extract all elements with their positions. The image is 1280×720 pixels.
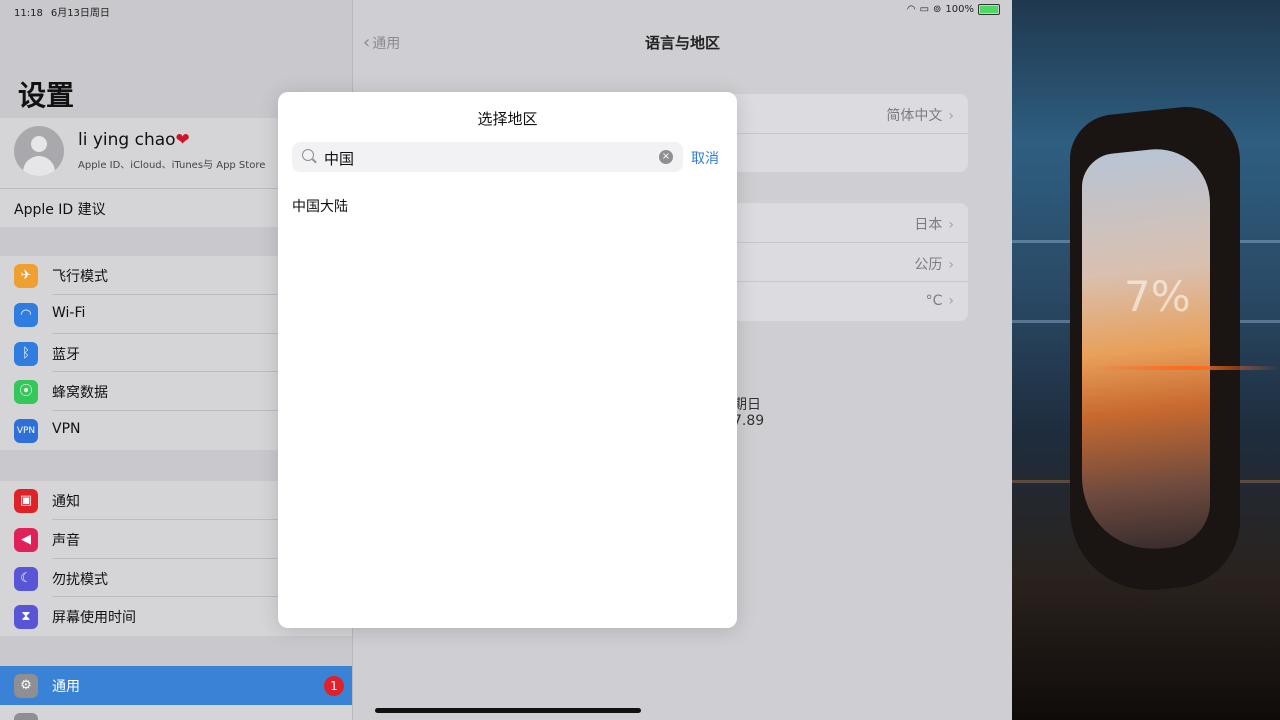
airplane-icon: ✈ [14, 264, 38, 288]
calendar-value: 公历 [914, 256, 943, 273]
temperature-value: °C [925, 293, 943, 310]
sidebar-item-label: 飞行模式 [52, 269, 108, 285]
notification-icon: ▣ [14, 489, 38, 513]
cancel-button[interactable]: 取消 [691, 148, 719, 168]
sidebar-title: 设置 [18, 79, 75, 112]
sidebar-item-label: 蜂窝数据 [52, 385, 108, 402]
chevron-right-icon: › [948, 217, 954, 233]
heart-icon: ❤ [175, 130, 190, 150]
sidebar-item-label: 蓝牙 [52, 346, 80, 363]
format-example-number: 7.89 [733, 413, 765, 429]
modal-title: 选择地区 [477, 110, 538, 128]
apple-id-suggestions-label: Apple ID 建议 [14, 202, 106, 218]
cellular-icon: ⦿ [14, 380, 38, 405]
nav-bar: ‹ 通用 语言与地区 [353, 20, 1012, 64]
sidebar-item-label: 勿扰模式 [52, 571, 108, 588]
sidebar-item-general[interactable]: ⚙ 通用 1 [0, 666, 352, 705]
sidebar-item-label: 声音 [52, 532, 80, 549]
gear-icon: ⚙ [14, 674, 38, 698]
format-example-date: 期日 [733, 397, 761, 413]
notification-badge: 1 [324, 676, 344, 696]
bluetooth-icon: ᛒ [14, 341, 38, 366]
sidebar-item-label: 通知 [52, 494, 80, 510]
profile-name: li ying chao [78, 130, 176, 150]
avatar [14, 126, 64, 176]
wallpaper-image: 7% [1012, 0, 1280, 720]
profile-subtitle: Apple ID、iCloud、iTunes与 App Store [78, 160, 266, 171]
hourglass-icon: ⧗ [14, 605, 38, 630]
status-date: 6月13日周日 [50, 8, 110, 19]
settings-group-general: ⚙ 通用 1 ≡ [0, 666, 352, 720]
search-result-item[interactable]: 中国大陆 [292, 196, 348, 216]
sidebar-item-label: VPN [52, 421, 81, 438]
status-time: 11:18 [14, 8, 43, 19]
search-field[interactable]: × [292, 142, 683, 172]
sidebar-item-label: 通用 [52, 679, 80, 695]
wallpaper-text: 7% [1124, 272, 1191, 321]
mirror-reflection [1082, 143, 1210, 557]
language-value: 简体中文 [886, 108, 943, 124]
search-input[interactable] [322, 146, 646, 170]
orientation-lock-icon: ⊚ [933, 4, 942, 15]
clear-icon[interactable]: × [659, 150, 673, 164]
search-icon [302, 149, 314, 161]
sidebar-item-control-center[interactable]: ≡ [0, 705, 352, 720]
chevron-right-icon: › [948, 256, 954, 273]
home-indicator[interactable] [375, 708, 641, 713]
sound-icon: ◀ [14, 527, 38, 552]
sidebar-item-label: 屏幕使用时间 [52, 610, 136, 627]
status-bar: 11:18 6月13日周日 ◠ ▭ ⊚ 100% [0, 0, 1012, 20]
chevron-right-icon: › [948, 293, 954, 310]
vpn-icon: VPN [14, 419, 38, 444]
control-center-icon: ≡ [14, 712, 38, 720]
lens-flare [1092, 366, 1280, 370]
region-value: 日本 [914, 217, 943, 233]
page-title: 语言与地区 [644, 34, 720, 52]
select-region-modal: 选择地区 × 取消 中国大陆 [278, 92, 737, 628]
ipad-screen: 设置 li ying chao❤ Apple ID、iCloud、iTunes与… [0, 0, 1012, 720]
chevron-right-icon: › [948, 108, 954, 124]
sidebar-item-label: Wi-Fi [52, 304, 86, 321]
wifi-icon: ◠ [14, 302, 38, 327]
battery-icon [978, 4, 1000, 15]
moon-icon: ☾ [14, 566, 38, 591]
wifi-icon: ◠ [906, 4, 916, 15]
battery-percent: 100% [945, 4, 974, 15]
screen-mirror-icon: ▭ [919, 4, 930, 15]
